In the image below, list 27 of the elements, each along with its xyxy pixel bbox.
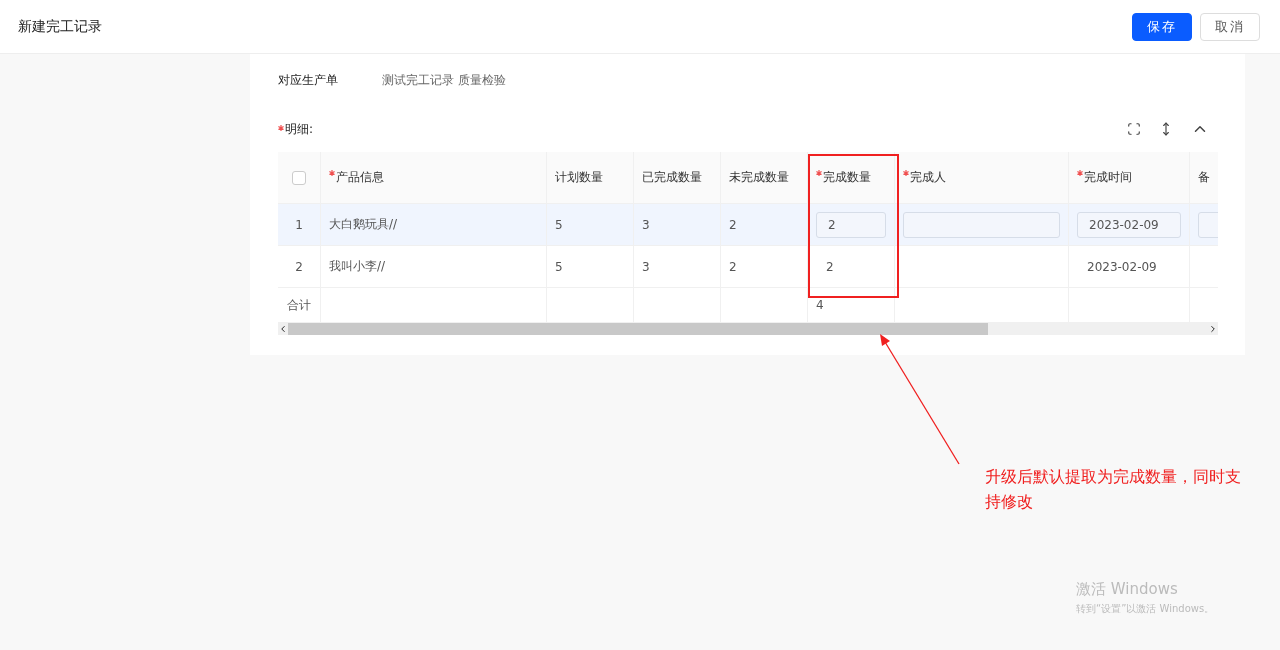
- table-row[interactable]: 2 我叫小李// 5 3 2 2 2023-02-09: [278, 246, 1218, 288]
- column-header-text: 完成人: [903, 169, 946, 186]
- activation-title: 激活 Windows: [1076, 580, 1179, 599]
- field-label: 对应生产单: [278, 71, 338, 89]
- column-header-text: 完成时间: [1077, 169, 1132, 186]
- input-field[interactable]: 2: [816, 211, 886, 238]
- column-header-text: 备: [1198, 169, 1210, 186]
- cancel-button[interactable]: 取消: [1200, 12, 1260, 41]
- scrollbar-thumb[interactable]: [288, 323, 988, 335]
- select-all-checkbox[interactable]: [292, 170, 306, 185]
- table-row[interactable]: 1 大白鹅玩具// 5 3 2 2 2023-02-09: [278, 204, 1218, 246]
- field-value: 测试完工记录 质量检验: [382, 71, 506, 89]
- column-header-text: 已完成数量: [642, 169, 702, 186]
- save-button[interactable]: 保存: [1132, 12, 1192, 41]
- input-field[interactable]: 2023-02-09: [1077, 211, 1181, 238]
- horizontal-scrollbar[interactable]: [278, 323, 1218, 335]
- page-title: 新建完工记录: [18, 17, 103, 36]
- annotation-text: 升级后默认提取为完成数量，同时支持修改: [985, 466, 1242, 513]
- column-header-text: 未完成数量: [729, 169, 789, 186]
- section-label: 明细:: [278, 120, 314, 138]
- column-header-text: 产品信息: [329, 169, 384, 186]
- column-header-text: 完成数量: [816, 169, 871, 186]
- column-header-text: 计划数量: [555, 169, 603, 186]
- fullscreen-icon[interactable]: [1127, 122, 1141, 136]
- input-field[interactable]: [903, 211, 1060, 238]
- scroll-right-icon[interactable]: [1208, 324, 1218, 334]
- scroll-left-icon[interactable]: [278, 324, 288, 334]
